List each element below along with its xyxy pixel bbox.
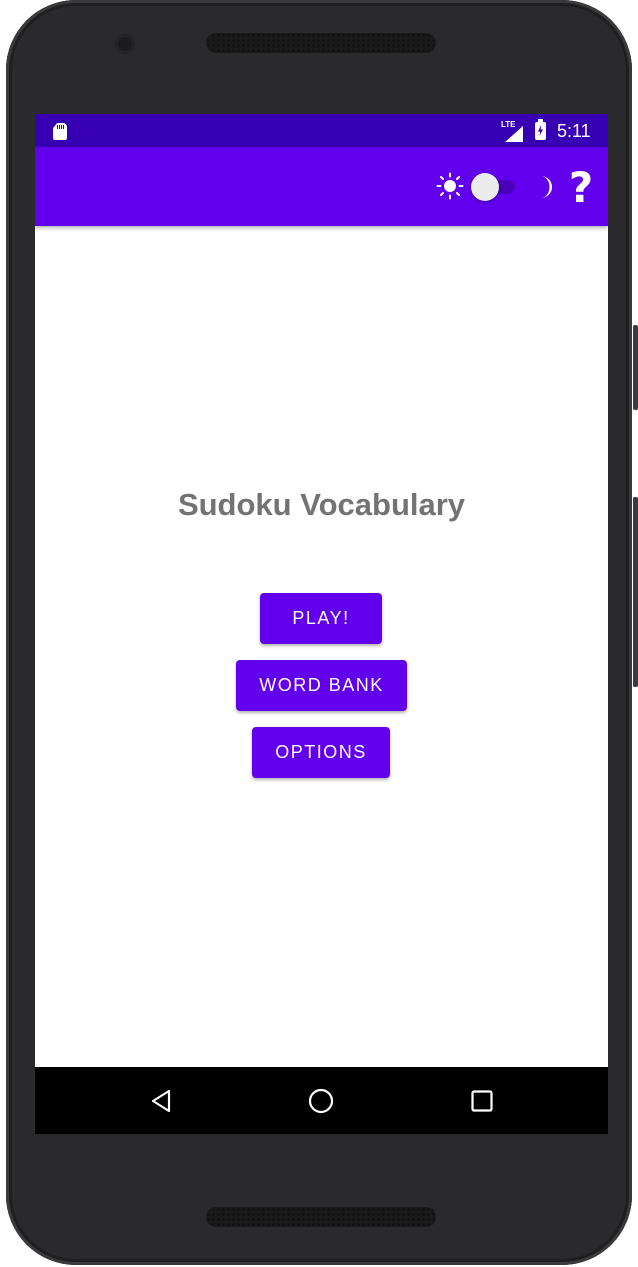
back-icon[interactable] bbox=[149, 1089, 173, 1113]
recents-icon[interactable] bbox=[471, 1090, 493, 1112]
navigation-bar bbox=[35, 1067, 608, 1134]
home-icon[interactable] bbox=[308, 1088, 334, 1114]
status-clock: 5:11 bbox=[557, 121, 591, 141]
page-title: Sudoku Vocabulary bbox=[177, 487, 466, 522]
volume-button[interactable] bbox=[633, 497, 638, 687]
top-speaker-grille bbox=[206, 33, 436, 53]
sd-card-icon bbox=[53, 123, 67, 140]
screen: LTE 5:11 ? Sudoku Vocabulary PLAY! WORD … bbox=[35, 114, 608, 1134]
app-bar: ? bbox=[35, 147, 608, 226]
signal-icon bbox=[505, 126, 523, 142]
sun-icon bbox=[436, 172, 464, 200]
word-bank-button[interactable]: WORD BANK bbox=[236, 660, 407, 711]
dark-mode-toggle[interactable] bbox=[471, 173, 517, 201]
device-frame: LTE 5:11 ? Sudoku Vocabulary PLAY! WORD … bbox=[0, 0, 638, 1267]
moon-icon bbox=[541, 176, 552, 198]
battery-charging-icon bbox=[535, 119, 546, 140]
options-button[interactable]: OPTIONS bbox=[252, 727, 390, 778]
power-button[interactable] bbox=[633, 325, 638, 410]
status-bar: LTE 5:11 bbox=[35, 114, 608, 147]
bottom-speaker-grille bbox=[206, 1207, 436, 1227]
front-camera bbox=[115, 34, 135, 54]
toggle-thumb[interactable] bbox=[471, 173, 499, 201]
help-icon[interactable]: ? bbox=[565, 165, 597, 211]
play-button[interactable]: PLAY! bbox=[260, 593, 382, 644]
